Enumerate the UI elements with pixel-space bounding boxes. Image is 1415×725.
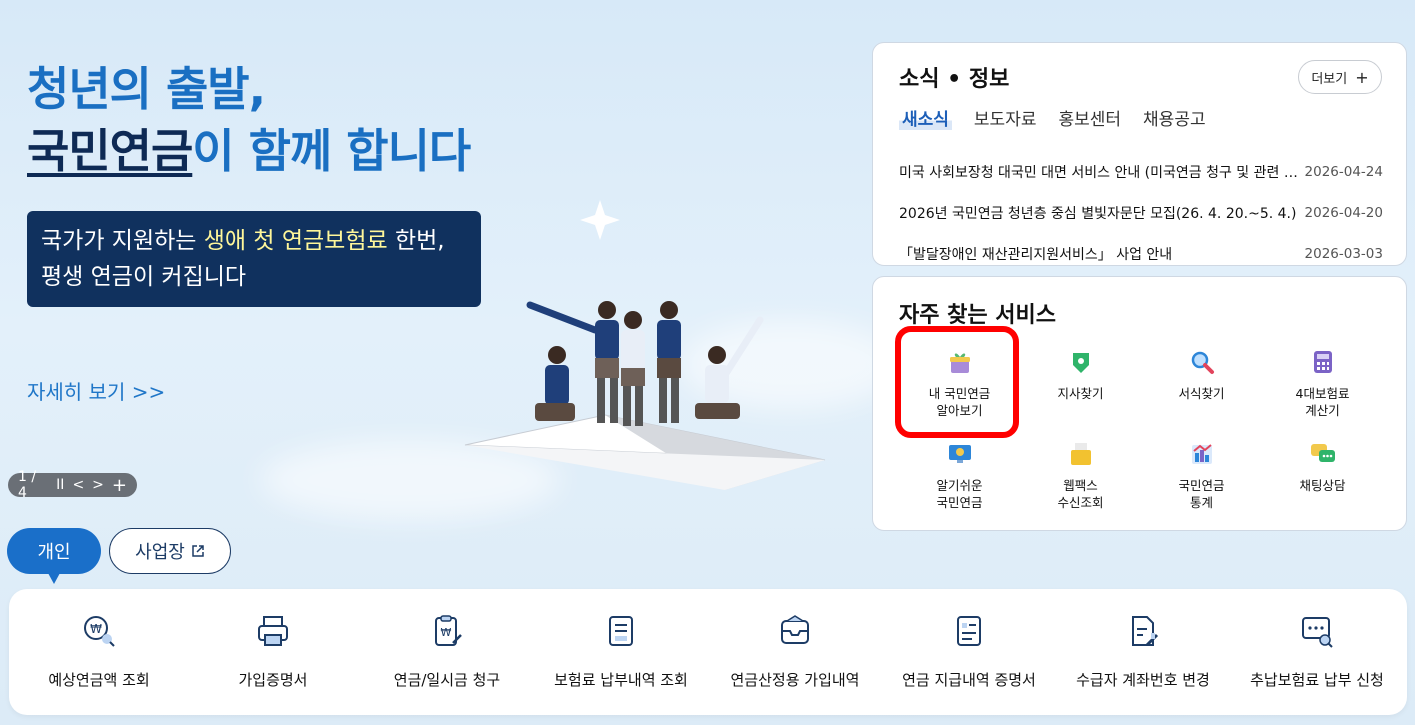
quick-menu-deferred-payment[interactable]: 추납보험료 납부 신청 <box>1231 589 1403 715</box>
quick-menu-label: 연금/일시금 청구 <box>393 671 501 689</box>
quick-menu-pension-calc-history[interactable]: 연금산정용 가입내역 <box>709 589 881 715</box>
service-label: 서식찾기 <box>1178 386 1225 401</box>
service-label: 지사찾기 <box>1057 386 1104 401</box>
students-paper-plane-illustration <box>464 200 826 490</box>
service-label: 계산기 <box>1305 403 1340 418</box>
won-search-icon: ₩ <box>84 616 115 647</box>
tab-business[interactable]: 사업장 <box>109 528 231 574</box>
tab-personal[interactable]: 개인 <box>7 528 101 584</box>
news-item[interactable]: 「발달장애인 재산관리지원서비스」 사업 안내 2026-03-03 <box>899 233 1383 274</box>
monitor-icon <box>945 439 975 469</box>
document-edit-icon <box>1132 616 1159 647</box>
news-card-title: 소식 • 정보 <box>899 67 1010 92</box>
service-chat-consult[interactable]: 채팅상담 <box>1262 433 1383 525</box>
calculator-icon <box>1308 347 1338 377</box>
news-tabs: 새소식 보도자료 홍보센터 채용공고 <box>899 105 1206 130</box>
fax-icon <box>1066 439 1096 469</box>
hero-title-emphasis: 국민연금 <box>27 124 193 178</box>
services-card-title: 자주 찾는 서비스 <box>899 303 1056 328</box>
service-branch-finder[interactable]: 지사찾기 <box>1020 341 1141 433</box>
document-list-icon <box>609 616 633 646</box>
news-item-title[interactable]: 「발달장애인 재산관리지원서비스」 사업 안내 <box>899 244 1299 264</box>
hero-title: 청년의 출발, 국민연금이 함께 합니다 <box>27 58 471 182</box>
news-list: 미국 사회보장청 대국민 대면 서비스 안내 (미국연금 청구 및 관련 민원)… <box>899 151 1383 274</box>
slider-pause-button[interactable]: II <box>56 477 64 493</box>
clipboard-won-icon: ₩ <box>435 615 462 646</box>
news-more-label: 더보기 <box>1311 71 1348 87</box>
slider-counter: 1 / 4 <box>18 469 37 501</box>
news-item-title[interactable]: 2026년 국민연금 청년층 중심 별빛자문단 모집(26. 4. 20.~5.… <box>899 203 1299 223</box>
service-label: 채팅상담 <box>1299 478 1346 493</box>
hero-box-text: 한번, <box>387 228 445 254</box>
news-tab-pr[interactable]: 홍보센터 <box>1058 105 1121 130</box>
quick-menu-payment-history[interactable]: 보험료 납부내역 조회 <box>535 589 707 715</box>
news-item-date: 2026-04-20 <box>1304 204 1383 221</box>
service-label: 통계 <box>1189 495 1213 510</box>
quick-menu-payment-certificate[interactable]: 연금 지급내역 증명서 <box>883 589 1055 715</box>
quick-menu-account-change[interactable]: 수급자 계좌번호 변경 <box>1057 589 1229 715</box>
slider-add-button[interactable]: + <box>112 475 127 496</box>
external-link-icon <box>192 545 204 557</box>
hero-box-highlight: 생애 첫 연금보험료 <box>203 228 388 254</box>
hero-banner-box: 국가가 지원하는 생애 첫 연금보험료 한번, 평생 연금이 커집니다 <box>27 211 481 307</box>
certificate-icon <box>957 616 981 646</box>
news-item-date: 2026-03-03 <box>1304 245 1383 262</box>
quick-menu-membership-certificate[interactable]: 가입증명서 <box>187 589 359 715</box>
quick-menu-label: 연금산정용 가입내역 <box>730 671 860 689</box>
printer-icon <box>258 616 288 646</box>
tab-business-label: 사업장 <box>135 542 185 563</box>
news-item-date: 2026-04-24 <box>1304 163 1383 180</box>
news-tab-jobs[interactable]: 채용공고 <box>1143 105 1206 130</box>
hero-title-rest: 이 함께 합니다 <box>192 124 471 178</box>
quick-menu-bar: ₩ 예상연금액 조회 가입증명서 ₩ 연금/일시금 청구 보험료 납부내역 조회… <box>9 589 1407 715</box>
slider-next-button[interactable]: > <box>92 477 104 493</box>
tab-personal-label: 개인 <box>37 542 71 563</box>
quick-menu-pension-claim[interactable]: ₩ 연금/일시금 청구 <box>361 589 533 715</box>
service-form-finder[interactable]: 서식찾기 <box>1141 341 1262 433</box>
hero-title-line1: 청년의 출발, <box>27 62 266 116</box>
chat-icon <box>1308 439 1338 469</box>
chart-icon <box>1187 439 1217 469</box>
inbox-icon <box>781 615 809 644</box>
news-item[interactable]: 2026년 국민연금 청년층 중심 별빛자문단 모집(26. 4. 20.~5.… <box>899 192 1383 233</box>
service-label: 수신조회 <box>1057 495 1104 510</box>
news-more-button[interactable]: 더보기 + <box>1298 60 1382 94</box>
screen-search-icon <box>1302 617 1333 648</box>
service-easy-pension[interactable]: 알기쉬운 국민연금 <box>899 433 1020 525</box>
quick-menu-label: 추납보험료 납부 신청 <box>1250 671 1384 689</box>
news-tab-new[interactable]: 새소식 <box>899 105 952 130</box>
magnifier-icon <box>1187 347 1217 377</box>
hero-more-link[interactable]: 자세히 보기 >> <box>27 376 165 405</box>
hero-box-line2: 평생 연금이 커집니다 <box>41 264 247 290</box>
service-insurance-calculator[interactable]: 4대보험료 계산기 <box>1262 341 1383 433</box>
slider-prev-button[interactable]: < <box>72 477 84 493</box>
quick-menu-label: 보험료 납부내역 조회 <box>554 671 688 689</box>
map-pin-icon <box>1066 347 1096 377</box>
quick-menu-expected-pension[interactable]: ₩ 예상연금액 조회 <box>13 589 185 715</box>
service-pension-statistics[interactable]: 국민연금 통계 <box>1141 433 1262 525</box>
news-tab-press[interactable]: 보도자료 <box>974 105 1037 130</box>
hero-box-text: 국가가 지원하는 <box>41 228 204 254</box>
service-label: 알기쉬운 <box>936 478 983 493</box>
service-label: 국민연금 <box>1178 478 1225 493</box>
quick-menu-label: 예상연금액 조회 <box>48 671 150 689</box>
service-label: 국민연금 <box>936 495 983 510</box>
plus-icon: + <box>1355 67 1369 87</box>
slider-controls: 1 / 4 II < > + <box>8 469 137 501</box>
service-label: 4대보험료 <box>1295 386 1350 401</box>
quick-menu-label: 연금 지급내역 증명서 <box>902 671 1036 689</box>
svg-text:₩: ₩ <box>441 626 452 639</box>
news-item-title[interactable]: 미국 사회보장청 대국민 대면 서비스 안내 (미국연금 청구 및 관련 민원) <box>899 162 1299 182</box>
news-info-card: 소식 • 정보 더보기 + 새소식 보도자료 홍보센터 채용공고 미국 사회보장… <box>872 42 1407 266</box>
service-webfax[interactable]: 웹팩스 수신조회 <box>1020 433 1141 525</box>
news-item[interactable]: 미국 사회보장청 대국민 대면 서비스 안내 (미국연금 청구 및 관련 민원)… <box>899 151 1383 192</box>
svg-text:₩: ₩ <box>90 622 102 636</box>
quick-menu-label: 수급자 계좌번호 변경 <box>1076 671 1210 689</box>
service-label: 웹팩스 <box>1063 478 1098 493</box>
highlight-box <box>895 326 1019 438</box>
quick-menu-label: 가입증명서 <box>238 671 308 689</box>
